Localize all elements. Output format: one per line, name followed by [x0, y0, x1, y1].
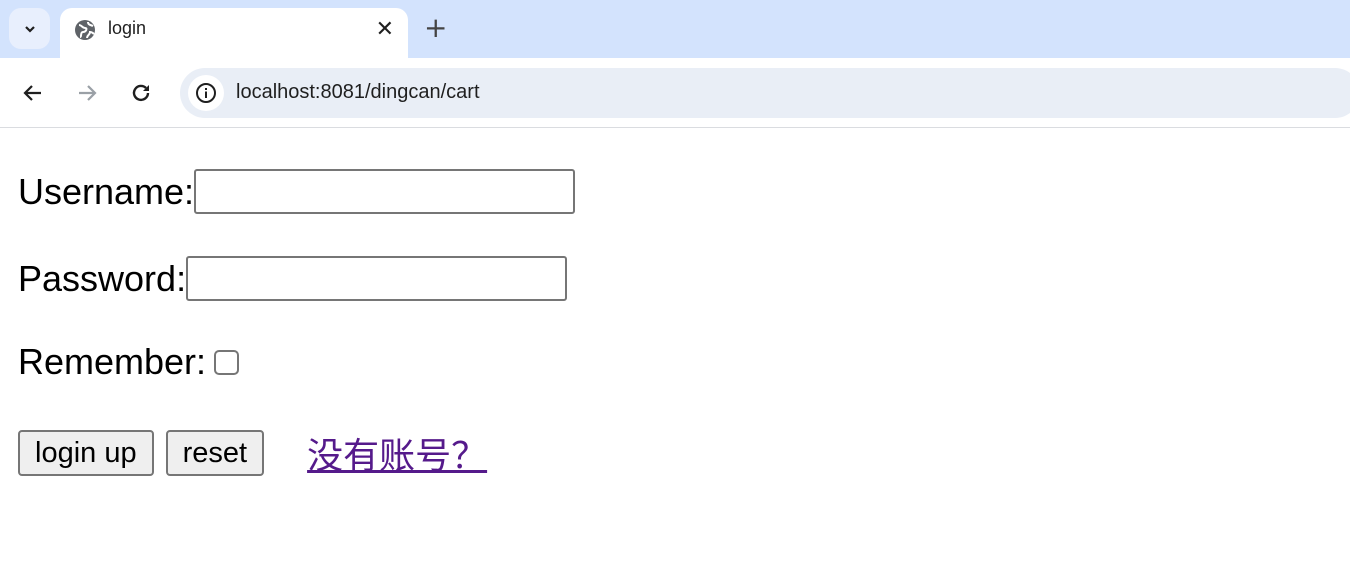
chevron-down-icon	[24, 25, 35, 33]
tab-login[interactable]: login ✕	[60, 8, 408, 60]
password-label: Password:	[18, 257, 187, 299]
tab-title: login	[108, 18, 147, 38]
remember-label: Remember:	[18, 341, 207, 382]
login-button[interactable]: login up	[18, 430, 154, 476]
forward-button[interactable]	[73, 79, 101, 107]
browser-toolbar: localhost:8081/dingcan/cart	[0, 58, 1350, 128]
arrow-left-icon	[23, 85, 41, 101]
new-tab-button[interactable]: +	[424, 10, 447, 46]
url-text[interactable]: localhost:8081/dingcan/cart	[236, 81, 480, 104]
password-input[interactable]	[186, 256, 568, 301]
site-info-button[interactable]	[188, 75, 224, 111]
reset-button[interactable]: reset	[165, 430, 265, 476]
username-input[interactable]	[194, 169, 576, 214]
close-tab-icon[interactable]: ✕	[376, 17, 394, 42]
remember-checkbox[interactable]	[214, 349, 240, 375]
tab-strip: login ✕ +	[0, 0, 1350, 60]
reload-button[interactable]	[127, 79, 155, 107]
globe-icon	[75, 20, 95, 40]
arrow-right-icon	[79, 85, 97, 101]
tab-search-button[interactable]	[9, 8, 50, 49]
username-label: Username:	[18, 170, 195, 212]
reload-icon	[132, 84, 150, 102]
register-link[interactable]: 没有账号？	[307, 427, 487, 479]
address-bar[interactable]: localhost:8081/dingcan/cart	[180, 68, 1350, 118]
info-icon	[196, 83, 216, 103]
back-button[interactable]	[19, 79, 47, 107]
